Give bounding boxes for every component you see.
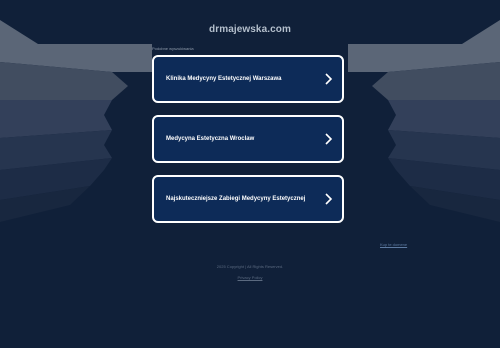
related-link-1[interactable]: Klinika Medycyny Estetycznej Warszawa	[152, 55, 344, 103]
domain-title: drmajewska.com	[209, 24, 291, 35]
copyright-text: 2025 Copyright | All Rights Reserved.	[216, 264, 284, 269]
buy-domain-link[interactable]: Kup te domene	[380, 242, 407, 247]
privacy-policy-link[interactable]: Privacy Policy	[238, 275, 263, 280]
background-decoration	[0, 20, 500, 222]
chevron-right-icon	[325, 73, 333, 85]
privacy-policy-row: Privacy Policy	[0, 275, 500, 280]
chevron-right-icon	[325, 133, 333, 145]
related-searches-label: Podobne wyszukiwania	[152, 46, 194, 51]
related-link-2[interactable]: Medycyna Estetyczna Wroclaw	[152, 115, 344, 163]
related-link-label: Medycyna Estetyczna Wroclaw	[166, 136, 255, 142]
related-link-label: Najskuteczniejsze Zabiegi Medycyny Estet…	[166, 196, 306, 202]
related-link-label: Klinika Medycyny Estetycznej Warszawa	[166, 76, 282, 82]
related-link-3[interactable]: Najskuteczniejsze Zabiegi Medycyny Estet…	[152, 175, 344, 223]
chevron-right-icon	[325, 193, 333, 205]
